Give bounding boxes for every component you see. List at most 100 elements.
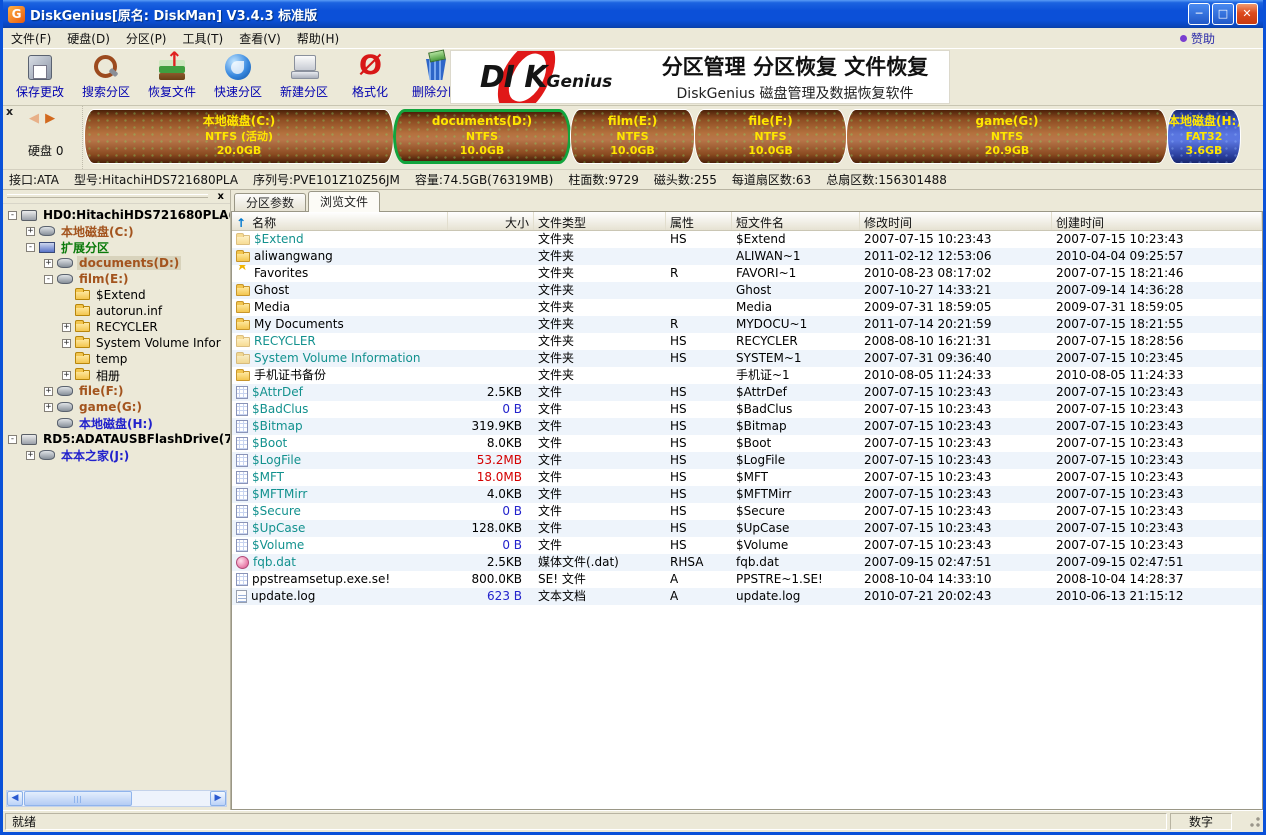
table-row[interactable]: $BadClus 0 B 文件 HS $BadClus 2007-07-15 1… bbox=[232, 401, 1262, 418]
tree-item[interactable]: + game(G:) bbox=[3, 399, 230, 415]
tree-expander[interactable]: + bbox=[62, 323, 71, 332]
tree-expander[interactable]: + bbox=[26, 227, 35, 236]
column-header-created[interactable]: 创建时间 bbox=[1052, 212, 1262, 230]
new-partition-button[interactable]: 新建分区 bbox=[271, 51, 337, 103]
tree-expander[interactable]: + bbox=[44, 403, 53, 412]
tree-item[interactable]: autorun.inf bbox=[3, 303, 230, 319]
partition-segment[interactable]: 本地磁盘(C:) NTFS (活动) 20.0GB bbox=[84, 109, 394, 164]
table-row[interactable]: My Documents 文件夹 R MYDOCU~1 2011-07-14 2… bbox=[232, 316, 1262, 333]
scroll-right-arrow-icon[interactable]: ▶ bbox=[210, 791, 226, 806]
save-changes-button[interactable]: 保存更改 bbox=[7, 51, 73, 103]
file-icon bbox=[236, 471, 248, 484]
prev-disk-arrow-icon[interactable]: ◀ bbox=[29, 111, 39, 126]
table-row[interactable]: $UpCase 128.0KB 文件 HS $UpCase 2007-07-15… bbox=[232, 520, 1262, 537]
menu-item[interactable]: 硬盘(D) bbox=[67, 30, 110, 47]
tree-item-label: 本本之家(J:) bbox=[59, 447, 131, 463]
format-button[interactable]: 格式化 bbox=[337, 51, 403, 103]
tree-expander[interactable]: + bbox=[26, 451, 35, 460]
table-row[interactable]: $MFTMirr 4.0KB 文件 HS $MFTMirr 2007-07-15… bbox=[232, 486, 1262, 503]
file-size: 4.0KB bbox=[448, 486, 534, 503]
table-row[interactable]: System Volume Information 文件夹 HS SYSTEM~… bbox=[232, 350, 1262, 367]
partition-segment[interactable]: documents(D:) NTFS 10.0GB bbox=[393, 109, 571, 164]
sponsor-link[interactable]: 赞助 bbox=[1180, 30, 1215, 47]
minimize-button[interactable]: ─ bbox=[1188, 3, 1210, 25]
column-header-type[interactable]: 文件类型 bbox=[534, 212, 666, 230]
tree-expander[interactable]: + bbox=[44, 259, 53, 268]
table-row[interactable]: $AttrDef 2.5KB 文件 HS $AttrDef 2007-07-15… bbox=[232, 384, 1262, 401]
scroll-left-arrow-icon[interactable]: ◀ bbox=[7, 791, 23, 806]
partition-segment[interactable]: game(G:) NTFS 20.9GB bbox=[846, 109, 1168, 164]
menu-item[interactable]: 工具(T) bbox=[183, 30, 224, 47]
partition-panel-close-icon[interactable]: x bbox=[6, 106, 13, 118]
table-row[interactable]: update.log 623 B 文本文档 A update.log 2010-… bbox=[232, 588, 1262, 605]
partition-segment[interactable]: film(E:) NTFS 10.0GB bbox=[570, 109, 695, 164]
table-row[interactable]: $Bitmap 319.9KB 文件 HS $Bitmap 2007-07-15… bbox=[232, 418, 1262, 435]
table-row[interactable]: aliwangwang 文件夹 ALIWAN~1 2011-02-12 12:5… bbox=[232, 248, 1262, 265]
table-row[interactable]: fqb.dat 2.5KB 媒体文件(.dat) RHSA fqb.dat 20… bbox=[232, 554, 1262, 571]
column-header-size[interactable]: 大小 bbox=[448, 212, 534, 230]
tab-partition-params[interactable]: 分区参数 bbox=[234, 193, 306, 212]
quick-partition-button[interactable]: 快速分区 bbox=[205, 51, 271, 103]
tree-item[interactable]: + System Volume Infor bbox=[3, 335, 230, 351]
menu-item[interactable]: 帮助(H) bbox=[297, 30, 339, 47]
tree-item[interactable]: + 相册 bbox=[3, 367, 230, 383]
recover-files-button[interactable]: 恢复文件 bbox=[139, 51, 205, 103]
table-row[interactable]: $Volume 0 B 文件 HS $Volume 2007-07-15 10:… bbox=[232, 537, 1262, 554]
close-button[interactable]: ✕ bbox=[1236, 3, 1258, 25]
file-type: 文件夹 bbox=[534, 350, 666, 367]
scrollbar-thumb[interactable] bbox=[24, 791, 132, 806]
tree-item[interactable]: 本地磁盘(H:) bbox=[3, 415, 230, 431]
tree-item[interactable]: - HD0:HitachiHDS721680PLA(7 bbox=[3, 207, 230, 223]
tree-item[interactable]: + file(F:) bbox=[3, 383, 230, 399]
tree-expander[interactable]: + bbox=[62, 371, 71, 380]
table-row[interactable]: $Extend 文件夹 HS $Extend 2007-07-15 10:23:… bbox=[232, 231, 1262, 248]
table-row[interactable]: $LogFile 53.2MB 文件 HS $LogFile 2007-07-1… bbox=[232, 452, 1262, 469]
table-row[interactable]: Media 文件夹 Media 2009-07-31 18:59:05 2009… bbox=[232, 299, 1262, 316]
resize-grip[interactable] bbox=[1247, 814, 1261, 828]
tree-expander[interactable]: - bbox=[26, 243, 35, 252]
column-header-modified[interactable]: 修改时间 bbox=[860, 212, 1052, 230]
tree-item[interactable]: + 本本之家(J:) bbox=[3, 447, 230, 463]
tree-expander[interactable]: + bbox=[44, 387, 53, 396]
tree-expander[interactable]: - bbox=[8, 211, 17, 220]
tree-item[interactable]: temp bbox=[3, 351, 230, 367]
tree-expander[interactable]: - bbox=[8, 435, 17, 444]
partition-segment[interactable]: file(F:) NTFS 10.0GB bbox=[694, 109, 847, 164]
tree-item[interactable]: - film(E:) bbox=[3, 271, 230, 287]
tree-expander[interactable]: + bbox=[62, 339, 71, 348]
partition-segment[interactable]: 本地磁盘(H:) FAT32 3.6GB bbox=[1167, 109, 1241, 164]
menu-item[interactable]: 查看(V) bbox=[239, 30, 281, 47]
table-row[interactable]: 手机证书备份 文件夹 手机证~1 2010-08-05 11:24:33 201… bbox=[232, 367, 1262, 384]
column-header-name[interactable]: ↑名称 bbox=[232, 212, 448, 230]
next-disk-arrow-icon[interactable]: ▶ bbox=[45, 111, 55, 126]
sidebar-close-icon[interactable]: x bbox=[218, 190, 224, 203]
menu-item[interactable]: 分区(P) bbox=[126, 30, 167, 47]
maximize-button[interactable]: □ bbox=[1212, 3, 1234, 25]
tree-item[interactable]: $Extend bbox=[3, 287, 230, 303]
tree-item[interactable]: + RECYCLER bbox=[3, 319, 230, 335]
column-header-attr[interactable]: 属性 bbox=[666, 212, 732, 230]
search-partition-button[interactable]: 搜索分区 bbox=[73, 51, 139, 103]
table-row[interactable]: ppstreamsetup.exe.se! 800.0KB SE! 文件 A P… bbox=[232, 571, 1262, 588]
table-body: $Extend 文件夹 HS $Extend 2007-07-15 10:23:… bbox=[232, 231, 1262, 809]
table-row[interactable]: RECYCLER 文件夹 HS RECYCLER 2008-08-10 16:2… bbox=[232, 333, 1262, 350]
tree-horizontal-scrollbar[interactable]: ◀ ▶ bbox=[6, 790, 227, 807]
file-shortname: $LogFile bbox=[732, 452, 860, 469]
table-row[interactable]: Ghost 文件夹 Ghost 2007-10-27 14:33:21 2007… bbox=[232, 282, 1262, 299]
column-header-shortname[interactable]: 短文件名 bbox=[732, 212, 860, 230]
tree-item[interactable]: + documents(D:) bbox=[3, 255, 230, 271]
table-row[interactable]: $Secure 0 B 文件 HS $Secure 2007-07-15 10:… bbox=[232, 503, 1262, 520]
tab-browse-files[interactable]: 浏览文件 bbox=[308, 191, 380, 212]
table-row[interactable]: Favorites 文件夹 R FAVORI~1 2010-08-23 08:1… bbox=[232, 265, 1262, 282]
file-modified-time: 2010-08-05 11:24:33 bbox=[860, 367, 1052, 384]
menu-item[interactable]: 文件(F) bbox=[11, 30, 51, 47]
file-modified-time: 2007-07-15 10:23:43 bbox=[860, 537, 1052, 554]
tree-item[interactable]: + 本地磁盘(C:) bbox=[3, 223, 230, 239]
table-row[interactable]: $Boot 8.0KB 文件 HS $Boot 2007-07-15 10:23… bbox=[232, 435, 1262, 452]
table-row[interactable]: $MFT 18.0MB 文件 HS $MFT 2007-07-15 10:23:… bbox=[232, 469, 1262, 486]
tree-item[interactable]: - RD5:ADATAUSBFlashDrive(7G bbox=[3, 431, 230, 447]
tree-item[interactable]: - 扩展分区 bbox=[3, 239, 230, 255]
tree-expander[interactable]: - bbox=[44, 275, 53, 284]
file-shortname: MYDOCU~1 bbox=[732, 316, 860, 333]
file-icon bbox=[236, 437, 248, 450]
